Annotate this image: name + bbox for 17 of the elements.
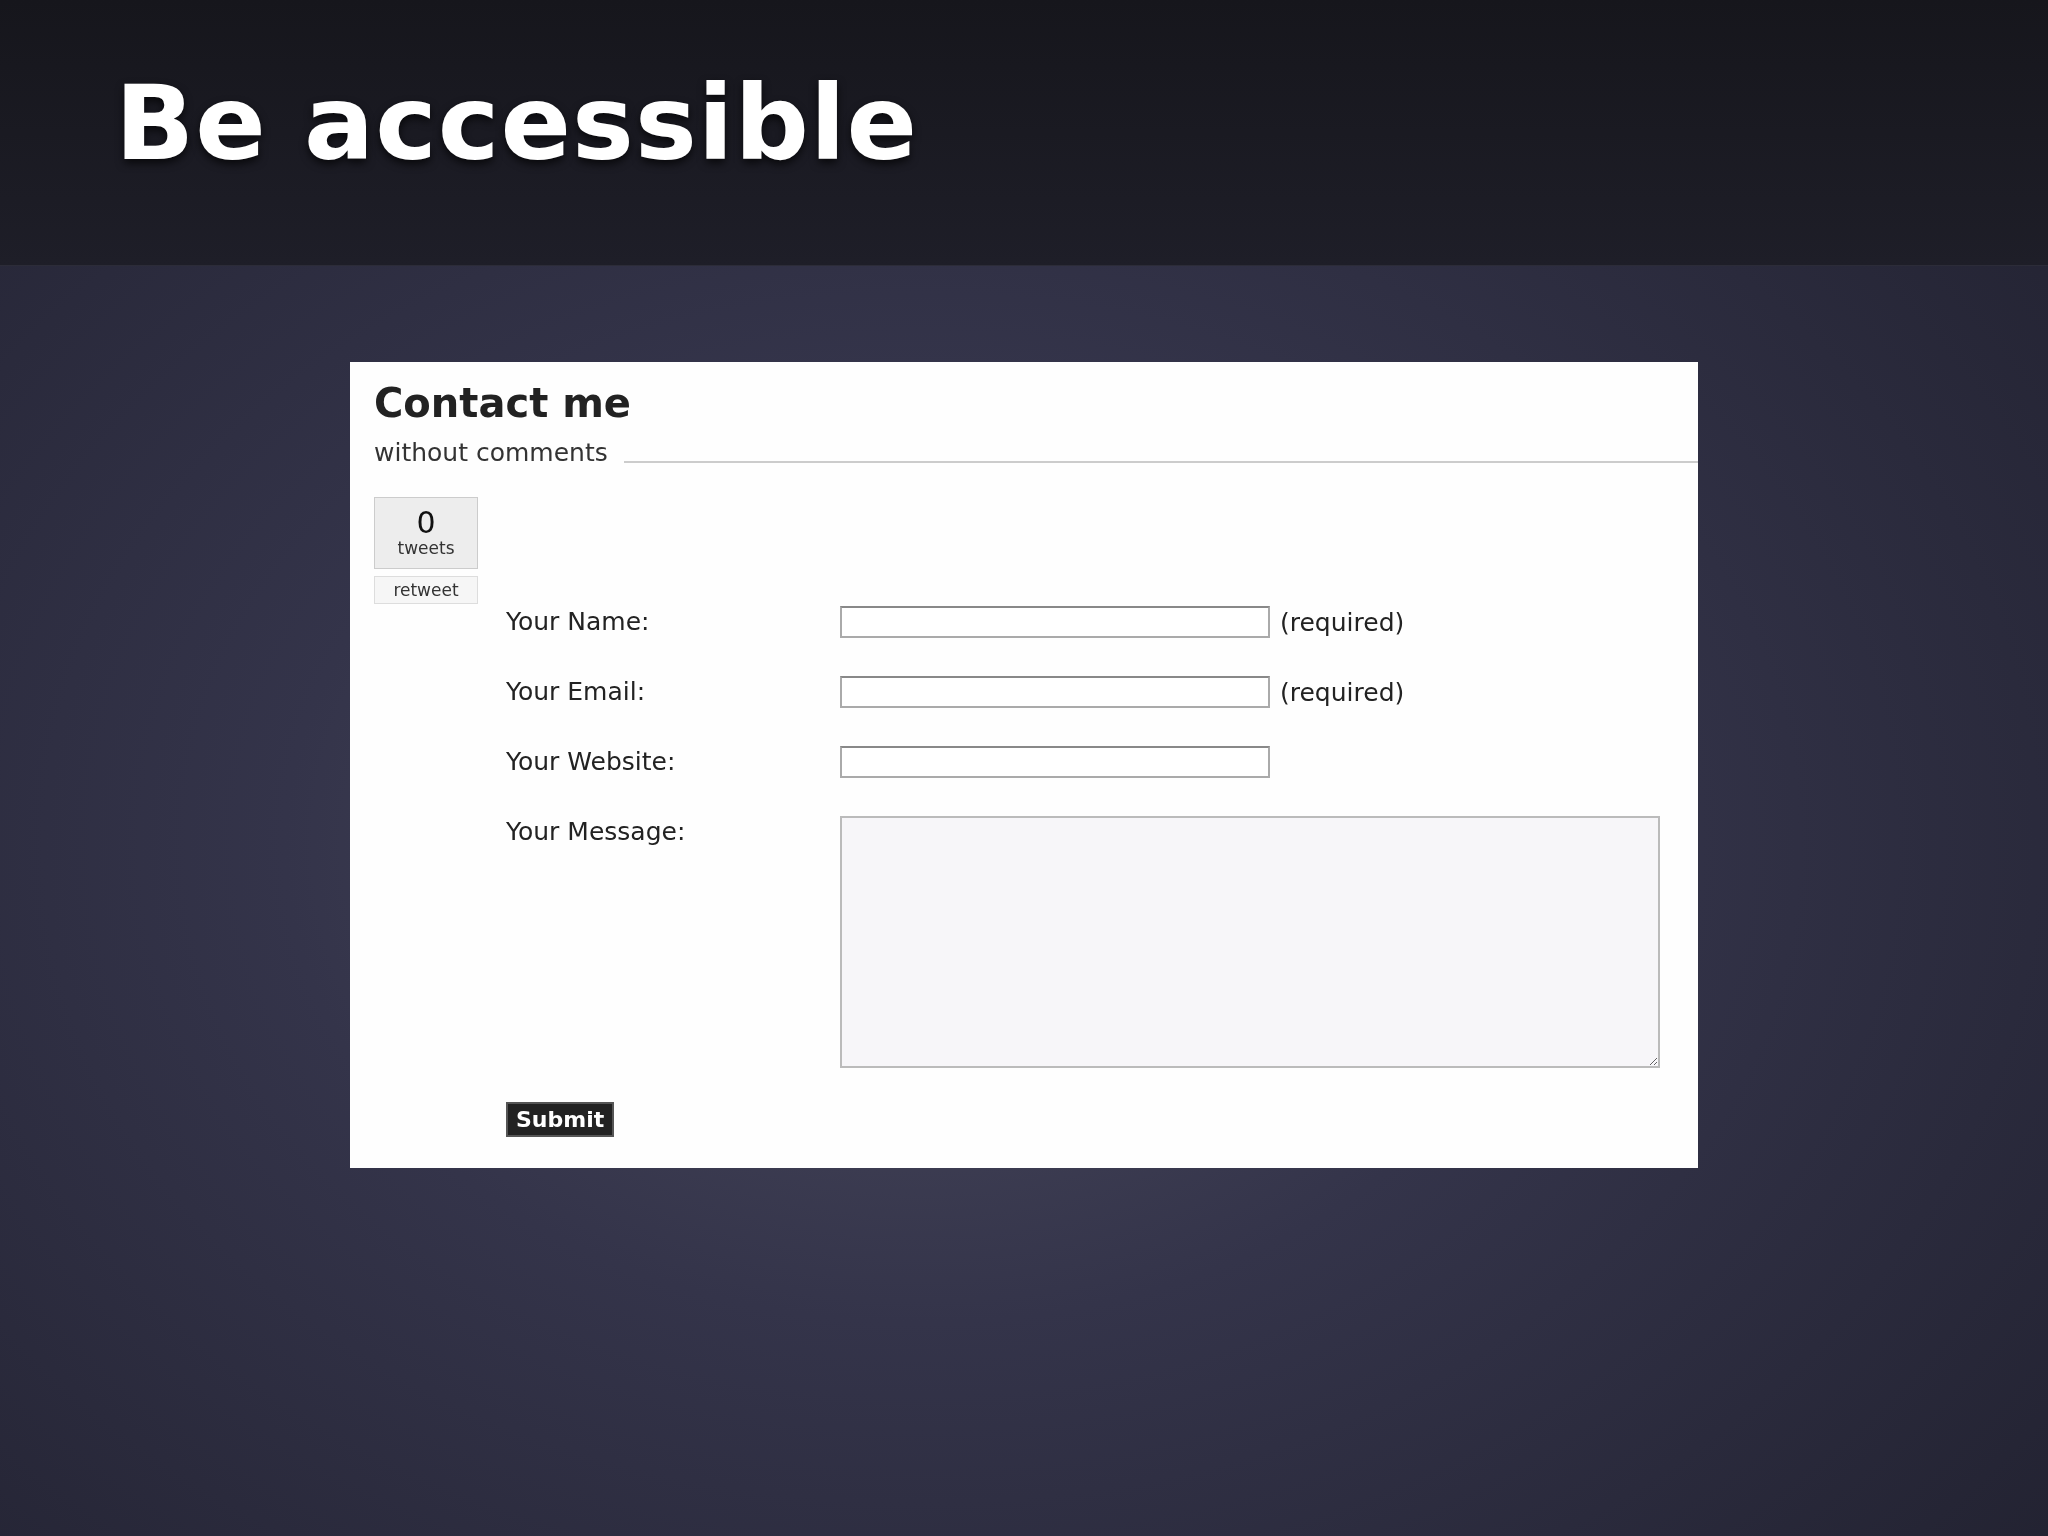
input-field[interactable] — [840, 746, 1270, 778]
submit-button[interactable]: Submit — [506, 1102, 615, 1137]
field-label: Your Email: — [506, 676, 646, 708]
message-field[interactable] — [840, 816, 1660, 1068]
field-label: Your Message: — [506, 816, 686, 848]
retweet-button[interactable]: retweet — [374, 576, 478, 604]
input-field[interactable] — [840, 676, 1270, 708]
page-subtitle: without comments — [374, 438, 608, 467]
page-heading: Contact me — [374, 380, 631, 426]
tweet-unit: tweets — [397, 538, 455, 558]
required-note: (required) — [1280, 607, 1405, 637]
input-field[interactable] — [840, 606, 1270, 638]
field-label: Your Name: — [506, 606, 650, 638]
required-note: (required) — [1280, 677, 1405, 707]
field-label: Your Website: — [506, 746, 676, 778]
tweet-count: 0 — [416, 508, 436, 538]
slide-title: Be accessible — [115, 62, 919, 184]
